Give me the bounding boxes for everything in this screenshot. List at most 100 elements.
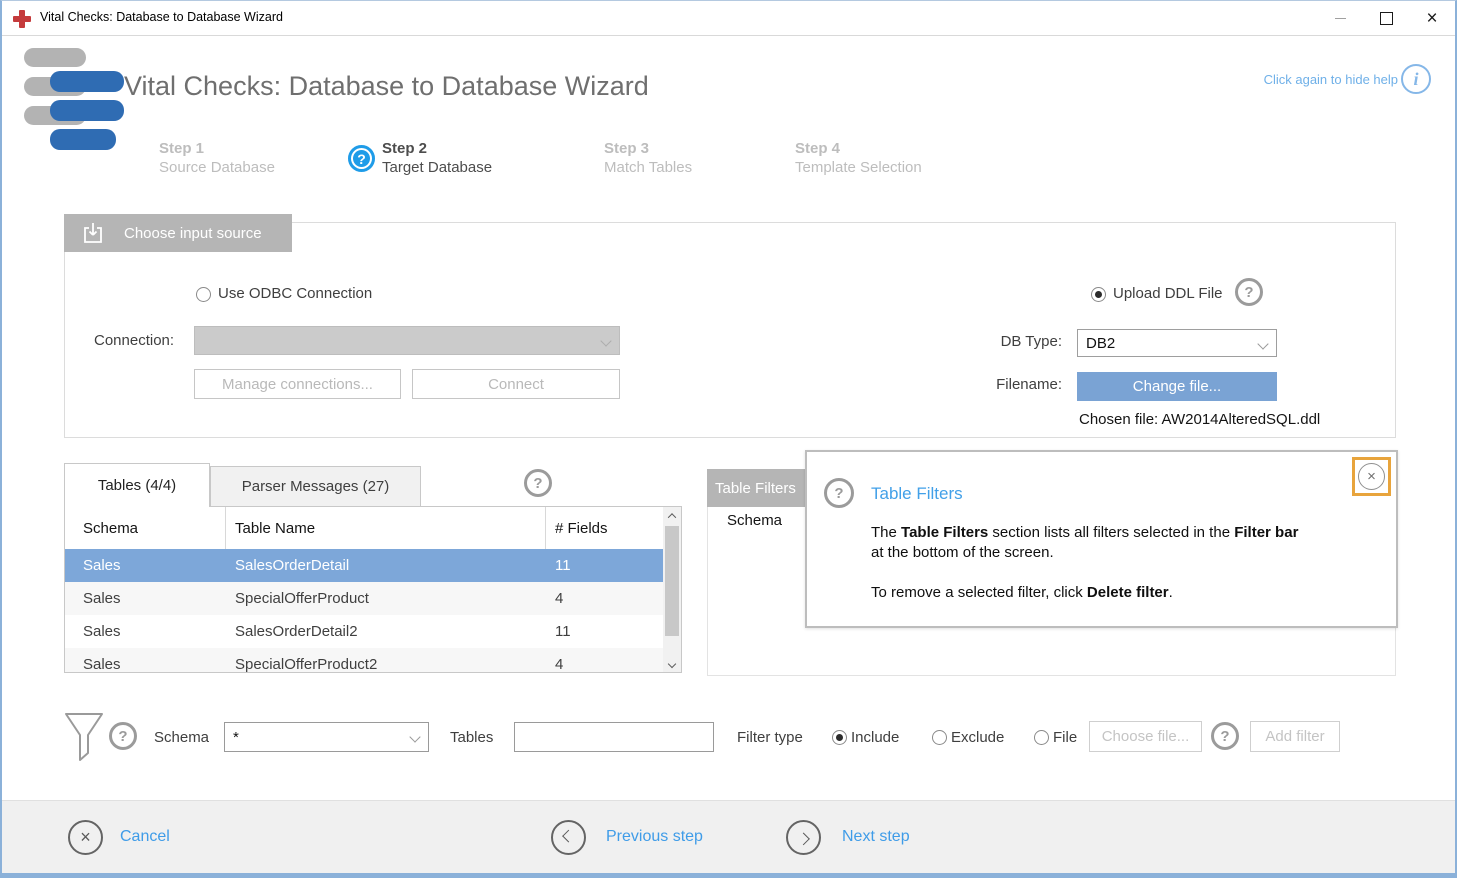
filter-schema-dropdown[interactable]: * (224, 722, 429, 752)
add-filter-help-icon[interactable]: ? (1211, 722, 1239, 750)
tables-help-icon[interactable]: ? (524, 469, 552, 497)
scrollbar-thumb[interactable] (665, 526, 679, 636)
step-4-number: Step 4 (795, 139, 922, 158)
info-icon[interactable]: i (1401, 64, 1431, 94)
include-radio[interactable] (832, 730, 847, 745)
table-row[interactable]: Sales SpecialOfferProduct2 4 (65, 648, 663, 673)
db-type-dropdown[interactable]: DB2 (1077, 329, 1277, 357)
close-button[interactable]: × (1409, 1, 1455, 36)
step-2-number: Step 2 (382, 139, 492, 158)
scroll-down-arrow[interactable] (663, 655, 681, 672)
cell-fields: 4 (555, 590, 663, 607)
popup-paragraph-1: The Table Filters section lists all filt… (871, 523, 1371, 563)
upload-ddl-radio[interactable] (1091, 287, 1106, 302)
popup-close-button[interactable]: × (1352, 457, 1391, 496)
step-1-source-database: Step 1 Source Database (159, 139, 275, 177)
chevron-down-icon (668, 659, 676, 667)
popup-title: Table Filters (871, 484, 963, 504)
previous-step-button[interactable]: Previous step (606, 828, 703, 846)
minimize-icon (1335, 18, 1346, 19)
column-header-table-name: Table Name (235, 520, 315, 537)
step-4-template-selection: Step 4 Template Selection (795, 139, 922, 177)
step-3-number: Step 3 (604, 139, 692, 158)
filter-schema-label: Schema (154, 729, 209, 746)
db-type-value: DB2 (1086, 335, 1115, 352)
cell-table-name: SalesOrderDetail (235, 557, 555, 574)
chevron-left-icon (562, 830, 575, 843)
step-3-label: Match Tables (604, 159, 692, 176)
next-step-icon[interactable] (786, 820, 821, 855)
chosen-file-text: Chosen file: AW2014AlteredSQL.ddl (1079, 411, 1320, 428)
file-radio[interactable] (1034, 730, 1049, 745)
odbc-connection-radio[interactable] (196, 287, 211, 302)
scroll-up-arrow[interactable] (663, 507, 681, 524)
tab-tables[interactable]: Tables (4/4) (64, 463, 210, 507)
step-2-help-icon[interactable]: ? (348, 145, 375, 172)
exclude-radio-label[interactable]: Exclude (951, 729, 1004, 746)
connection-dropdown[interactable] (194, 326, 620, 355)
cell-schema: Sales (83, 656, 235, 673)
step-1-label: Source Database (159, 159, 275, 176)
cancel-icon[interactable]: × (68, 820, 103, 855)
cell-fields: 11 (555, 623, 663, 640)
chevron-up-icon (668, 513, 676, 521)
titlebar: Vital Checks: Database to Database Wizar… (2, 1, 1455, 36)
cancel-button[interactable]: Cancel (120, 828, 170, 846)
filter-tables-input[interactable] (514, 722, 714, 752)
change-file-button[interactable]: Change file... (1077, 372, 1277, 401)
exclude-radio[interactable] (932, 730, 947, 745)
close-icon: × (1426, 9, 1437, 28)
input-source-section-header: Choose input source (64, 214, 292, 252)
footer-bar: × Cancel Previous step Next step (2, 800, 1455, 873)
tables-grid-header: Schema Table Name # Fields (65, 507, 681, 549)
column-divider (225, 507, 226, 549)
chevron-right-icon (797, 833, 810, 846)
tab-parser-messages[interactable]: Parser Messages (27) (210, 466, 421, 506)
download-icon (80, 220, 106, 246)
manage-connections-button[interactable]: Manage connections... (194, 369, 401, 399)
filters-column-header-schema: Schema (727, 512, 782, 529)
previous-step-icon[interactable] (551, 820, 586, 855)
vertical-scrollbar[interactable] (663, 507, 681, 672)
cell-fields: 11 (555, 557, 663, 574)
table-row[interactable]: Sales SpecialOfferProduct 4 (65, 582, 663, 615)
add-filter-button[interactable]: Add filter (1250, 721, 1340, 752)
chevron-down-icon (600, 335, 611, 346)
step-2-target-database: Step 2 Target Database (382, 139, 492, 177)
maximize-icon (1380, 12, 1393, 25)
step-1-number: Step 1 (159, 139, 275, 158)
hide-help-link[interactable]: Click again to hide help (1264, 72, 1398, 87)
popup-paragraph-2: To remove a selected filter, click Delet… (871, 583, 1371, 603)
column-header-schema: Schema (83, 520, 138, 537)
next-step-button[interactable]: Next step (842, 828, 910, 846)
upload-help-icon[interactable]: ? (1235, 278, 1263, 306)
tables-grid: Schema Table Name # Fields Sales SalesOr… (64, 506, 682, 673)
filter-tables-label: Tables (450, 729, 493, 746)
step-3-match-tables: Step 3 Match Tables (604, 139, 692, 177)
input-source-section-title: Choose input source (124, 225, 262, 242)
choose-file-button[interactable]: Choose file... (1089, 721, 1202, 752)
maximize-button[interactable] (1363, 1, 1409, 36)
include-radio-label[interactable]: Include (851, 729, 899, 746)
window-title: Vital Checks: Database to Database Wizar… (40, 10, 283, 24)
page-title: Vital Checks: Database to Database Wizar… (124, 71, 649, 102)
cell-schema: Sales (83, 623, 235, 640)
file-radio-label[interactable]: File (1053, 729, 1077, 746)
column-header-fields: # Fields (555, 520, 608, 537)
table-row[interactable]: Sales SalesOrderDetail 11 (65, 549, 663, 582)
upload-ddl-radio-label[interactable]: Upload DDL File (1113, 285, 1223, 302)
logo-bar-blue-3 (50, 129, 116, 150)
db-type-label: DB Type: (986, 333, 1062, 350)
filter-bar-help-icon[interactable]: ? (109, 722, 137, 750)
connect-button[interactable]: Connect (412, 369, 620, 399)
cell-table-name: SalesOrderDetail2 (235, 623, 555, 640)
odbc-connection-radio-label[interactable]: Use ODBC Connection (218, 285, 372, 302)
table-filters-help-popup: ? Table Filters The Table Filters sectio… (805, 450, 1398, 628)
cell-table-name: SpecialOfferProduct2 (235, 656, 555, 673)
cell-table-name: SpecialOfferProduct (235, 590, 555, 607)
minimize-button[interactable] (1317, 1, 1363, 36)
table-row[interactable]: Sales SalesOrderDetail2 11 (65, 615, 663, 648)
logo-bar-gray-1 (24, 48, 86, 67)
cell-schema: Sales (83, 590, 235, 607)
filename-label: Filename: (986, 376, 1062, 393)
